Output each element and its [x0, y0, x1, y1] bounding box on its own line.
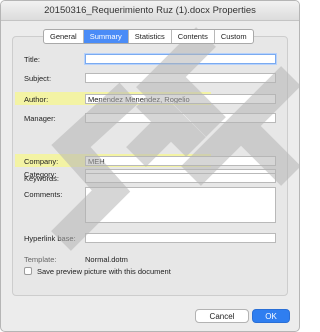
title-field[interactable] [85, 54, 276, 64]
tab-bar: General Summary Statistics Contents Cust… [43, 29, 254, 44]
author-field[interactable]: Menendez Menendez, Rogelio [85, 94, 276, 104]
comments-label: Comments: [24, 190, 63, 199]
save-preview-label: Save preview picture with this document [37, 267, 171, 276]
author-label: Author: [24, 95, 49, 104]
subject-label: Subject: [24, 74, 52, 83]
keywords-label: Keywords: [24, 174, 60, 183]
tab-general[interactable]: General [44, 30, 84, 43]
keywords-field[interactable] [85, 173, 276, 183]
save-preview-checkbox[interactable] [24, 267, 32, 275]
tab-contents[interactable]: Contents [172, 30, 215, 43]
company-label: Company: [24, 157, 59, 166]
title-label: Title: [24, 55, 40, 64]
template-value: Normal.dotm [85, 255, 128, 264]
tab-statistics[interactable]: Statistics [129, 30, 172, 43]
template-label: Template: [24, 255, 57, 264]
tab-custom[interactable]: Custom [215, 30, 253, 43]
hyperlink-base-field[interactable] [85, 233, 276, 243]
manager-label: Manager: [24, 114, 56, 123]
manager-field[interactable] [85, 113, 276, 123]
company-field[interactable]: MEH [85, 156, 276, 166]
ok-button[interactable]: OK [252, 309, 290, 323]
cancel-button[interactable]: Cancel [195, 309, 249, 323]
tab-summary[interactable]: Summary [83, 30, 129, 43]
subject-field[interactable] [85, 73, 276, 83]
comments-field[interactable] [85, 187, 276, 223]
window-title: 20150316_Requerimiento Ruz (1).docx Prop… [1, 1, 299, 21]
properties-window: 20150316_Requerimiento Ruz (1).docx Prop… [0, 0, 300, 332]
hyperlink-base-label: Hyperlink base: [24, 234, 76, 243]
